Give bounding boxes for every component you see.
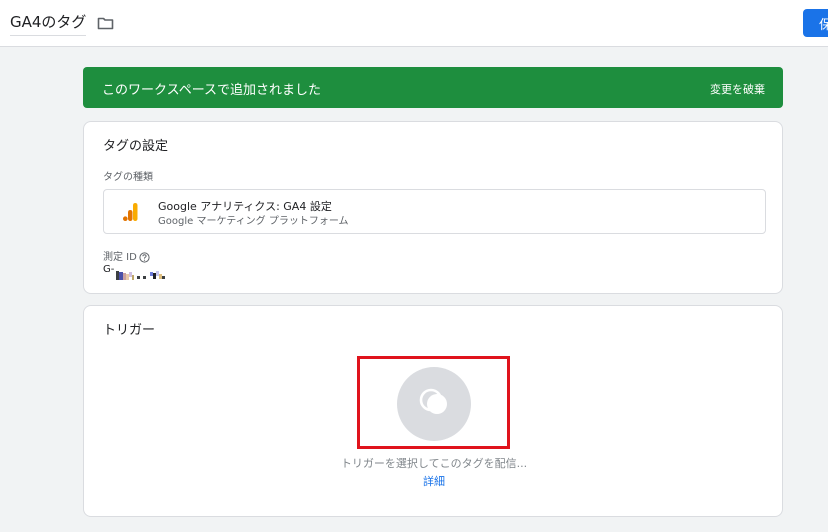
workspace-status-banner: このワークスペースで追加されました 変更を破棄: [83, 67, 783, 108]
redacted-measurement-id: [116, 265, 186, 280]
tag-configuration-title: タグの設定: [103, 139, 169, 154]
save-button[interactable]: 保存: [803, 9, 828, 37]
measurement-id-prefix: G-: [103, 263, 115, 275]
annotation-highlight-box: [357, 356, 510, 449]
details-link-row: 詳細: [84, 473, 784, 489]
details-link[interactable]: 詳細: [423, 475, 445, 488]
tag-name-field[interactable]: GA4のタグ: [10, 11, 87, 36]
tag-type-selector[interactable]: Google アナリティクス: GA4 設定 Google マーケティング プラ…: [103, 189, 766, 234]
trigger-card[interactable]: トリガー トリガーを選択してこのタグを配信... 詳細: [83, 305, 783, 517]
tag-type-platform: Google マーケティング プラットフォーム: [158, 216, 349, 227]
tag-configuration-card[interactable]: タグの設定 タグの種類 Google アナリティクス: GA4 設定 Googl…: [83, 121, 783, 294]
measurement-id-value: G-: [103, 263, 186, 280]
discard-changes-button[interactable]: 変更を破棄: [710, 81, 765, 97]
top-header: GA4のタグ 保存: [0, 0, 828, 47]
banner-message: このワークスペースで追加されました: [102, 83, 322, 98]
trigger-hint-text: トリガーを選択してこのタグを配信...: [340, 457, 528, 470]
google-analytics-icon: [123, 203, 138, 221]
trigger-title: トリガー: [103, 323, 156, 338]
folder-icon[interactable]: [97, 15, 114, 30]
tag-type-label: タグの種類: [103, 172, 153, 183]
measurement-id-label: 測定 ID: [103, 252, 137, 263]
help-icon[interactable]: [139, 248, 150, 263]
